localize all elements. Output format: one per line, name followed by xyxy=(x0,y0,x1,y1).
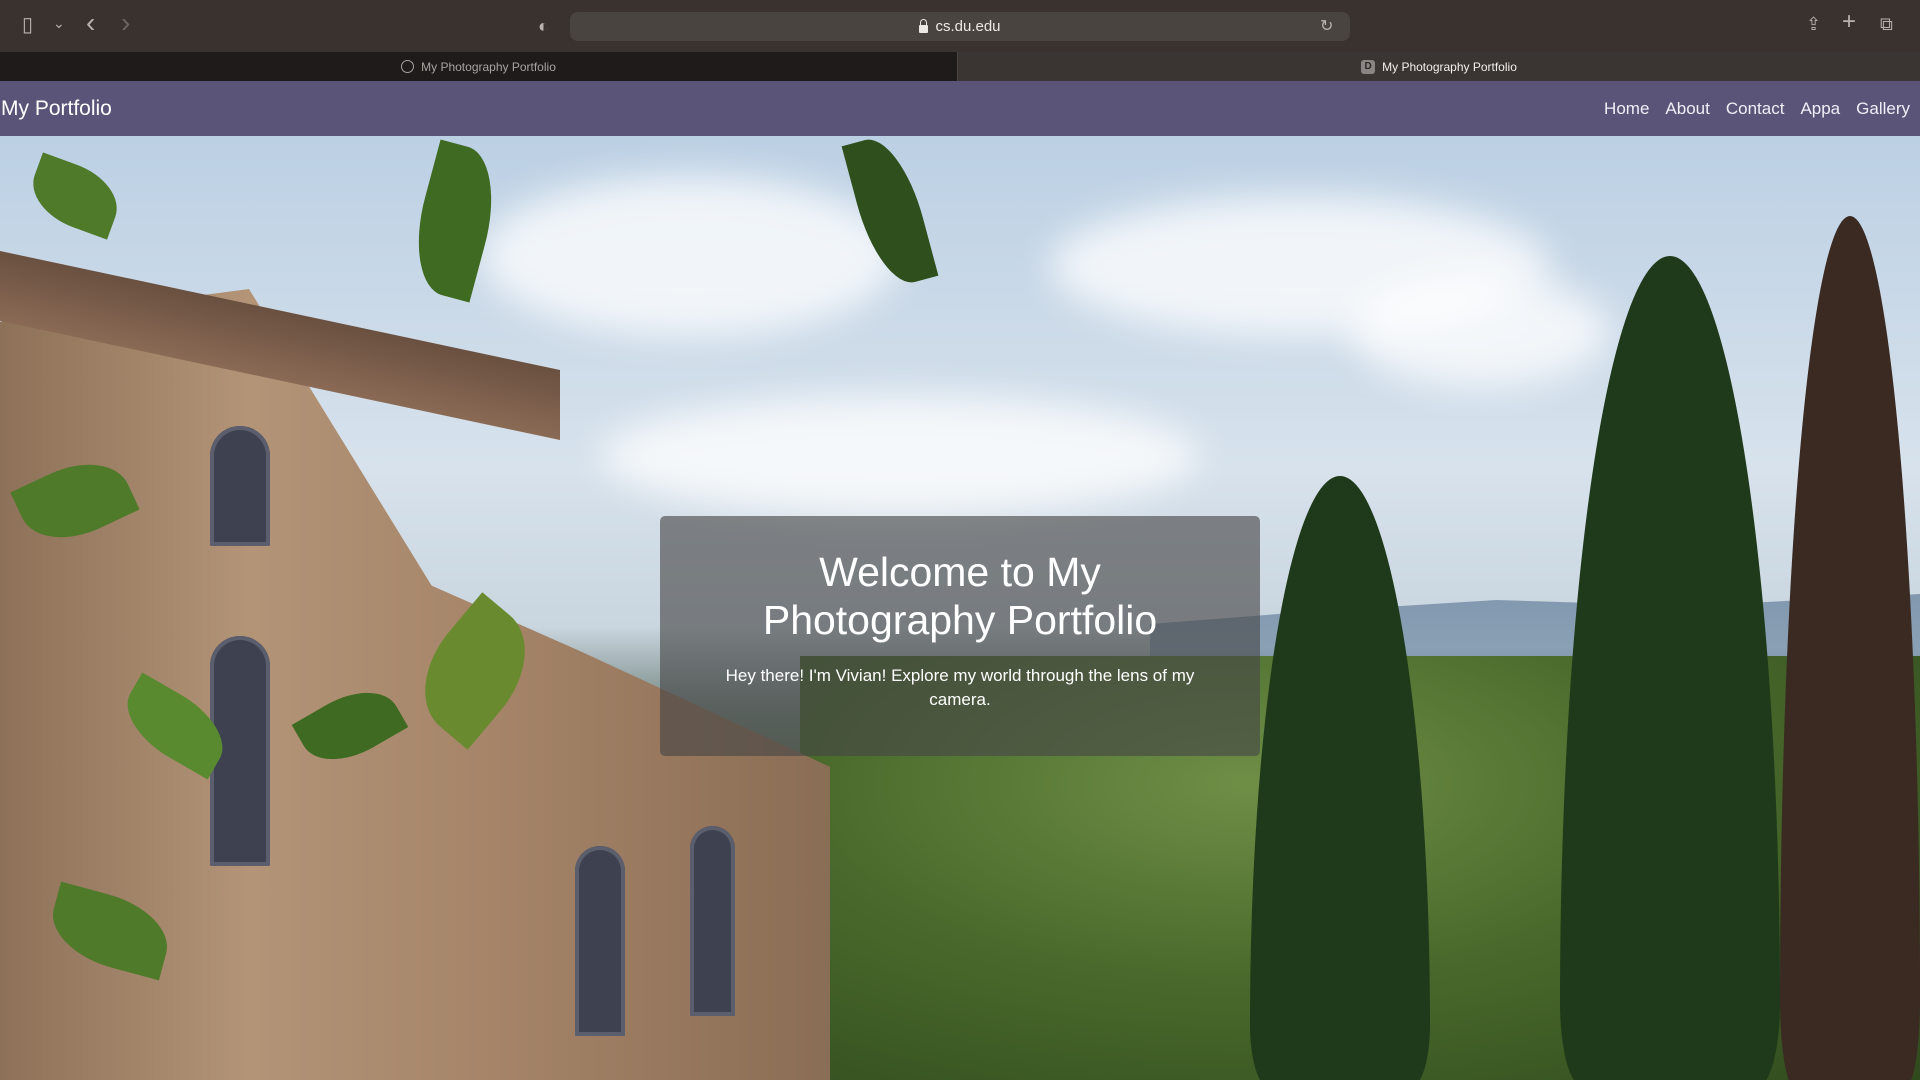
tabs-overview-icon[interactable]: ⧉ xyxy=(1880,14,1893,34)
shuttered-window xyxy=(690,826,735,1016)
tab-inactive[interactable]: My Photography Portfolio xyxy=(0,52,958,81)
tab-title: My Photography Portfolio xyxy=(421,59,556,74)
tab-active[interactable]: D My Photography Portfolio xyxy=(958,52,1920,81)
site-navbar: My Portfolio Home About Contact Appa Gal… xyxy=(0,81,1920,136)
lock-icon xyxy=(919,18,929,33)
address-bar[interactable]: cs.du.edu ↻ xyxy=(570,12,1350,41)
nav-link-gallery[interactable]: Gallery xyxy=(1856,99,1910,119)
shuttered-window xyxy=(210,426,270,546)
site-favicon-icon: D xyxy=(1361,59,1376,74)
sidebar-toggle-icon[interactable]: ▯ xyxy=(22,15,33,35)
hero-background-photo: Welcome to My Photography Portfolio Hey … xyxy=(0,136,1920,1080)
nav-link-appa[interactable]: Appa xyxy=(1800,99,1840,119)
tab-title: My Photography Portfolio xyxy=(1382,59,1517,74)
url-text: cs.du.edu xyxy=(935,18,1001,35)
cloud xyxy=(480,176,900,336)
forward-icon[interactable]: › xyxy=(121,9,130,37)
tab-bar: My Photography Portfolio D My Photograph… xyxy=(0,52,1920,81)
cloud xyxy=(600,396,1200,516)
hero-title: Welcome to My Photography Portfolio xyxy=(762,549,1158,643)
hero-subtitle: Hey there! I'm Vivian! Explore my world … xyxy=(725,666,1195,709)
extension-icon[interactable]: ◐ xyxy=(538,16,549,36)
cypress-tree xyxy=(1560,256,1780,1080)
share-icon[interactable]: ⇪ xyxy=(1806,14,1821,34)
brand-link[interactable]: My Portfolio xyxy=(0,97,112,121)
nav-links: Home About Contact Appa Gallery xyxy=(1604,99,1920,119)
hero-card: Welcome to My Photography Portfolio Hey … xyxy=(660,516,1260,756)
cloud xyxy=(1350,276,1610,386)
new-tab-icon[interactable]: + xyxy=(1842,10,1856,34)
reload-icon[interactable]: ↻ xyxy=(1320,17,1333,37)
nav-link-contact[interactable]: Contact xyxy=(1726,99,1785,119)
chevron-down-icon[interactable]: ⌄ xyxy=(53,13,65,33)
back-icon[interactable]: ‹ xyxy=(86,9,95,37)
compass-icon xyxy=(401,60,415,73)
cypress-tree xyxy=(1250,476,1430,1080)
nav-link-about[interactable]: About xyxy=(1665,99,1709,119)
nav-link-home[interactable]: Home xyxy=(1604,99,1649,119)
leaf xyxy=(22,152,128,240)
shuttered-window xyxy=(575,846,625,1036)
cypress-tree xyxy=(1780,216,1920,1080)
browser-toolbar: ▯ ⌄ ‹ › ◐ cs.du.edu ↻ ⇪ + ⧉ xyxy=(0,0,1920,52)
